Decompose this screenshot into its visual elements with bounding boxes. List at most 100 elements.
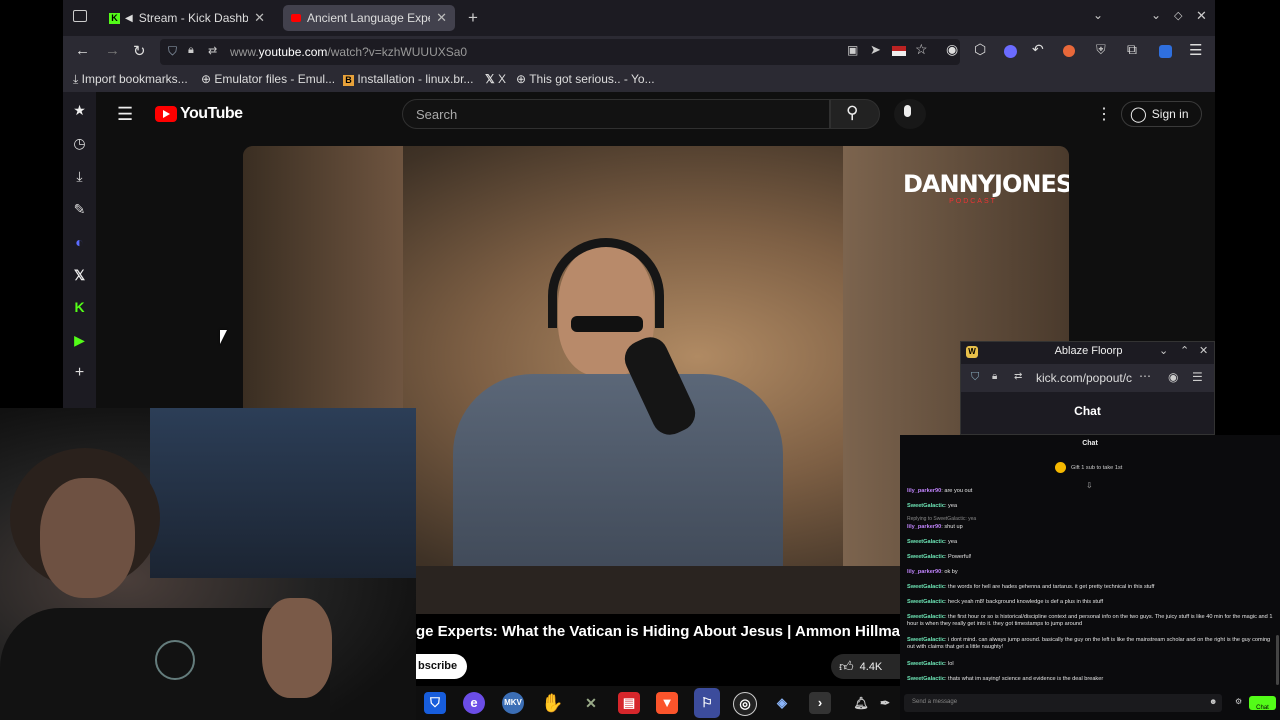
send-icon[interactable]: ➤: [870, 42, 881, 58]
account-icon[interactable]: ◉: [1168, 370, 1178, 384]
tool-icon[interactable]: ✕: [580, 692, 602, 714]
bookmark-import[interactable]: ⤓ Import bookmarks...: [73, 72, 188, 87]
url-text[interactable]: www.youtube.com/watch?v=kzhWUUUXSa0: [230, 45, 467, 59]
menu-icon[interactable]: ☰: [1192, 370, 1203, 384]
terminal-icon[interactable]: ›: [809, 692, 831, 714]
reload-icon[interactable]: ↻: [133, 42, 146, 60]
chat-settings-icon[interactable]: ⚙: [1235, 697, 1242, 706]
extensions-icon[interactable]: ⬡: [974, 41, 986, 58]
waving-hand-icon[interactable]: ✋: [541, 692, 563, 714]
history-icon[interactable]: ◷: [63, 135, 96, 152]
chat-username[interactable]: SweetGalactic: [907, 614, 945, 620]
chat-username[interactable]: SweetGalactic: [907, 539, 945, 545]
maximize-icon[interactable]: ◇: [1174, 9, 1182, 22]
subscribe-button[interactable]: bscribe: [416, 654, 467, 679]
chat-username[interactable]: lily_parker90: [907, 524, 941, 530]
kick-sidebar-icon[interactable]: K: [63, 299, 96, 315]
back-icon[interactable]: ←: [75, 42, 90, 59]
chat-username[interactable]: SweetGalactic: [907, 554, 945, 560]
popout-close-icon[interactable]: ✕: [1199, 344, 1208, 357]
extension-orange-icon[interactable]: [1063, 45, 1075, 57]
shield-icon[interactable]: ⛉: [168, 44, 177, 59]
window-close-icon[interactable]: ✕: [1196, 8, 1207, 24]
account-icon[interactable]: ◉: [946, 41, 958, 58]
shield-icon: ⛉: [971, 371, 980, 383]
close-icon[interactable]: ✕: [436, 10, 447, 26]
mkv-icon[interactable]: MKV: [502, 692, 524, 714]
chat-username[interactable]: SweetGalactic: [907, 661, 945, 667]
forward-icon[interactable]: →: [105, 42, 120, 59]
new-tab-icon[interactable]: +: [468, 8, 478, 28]
youtube-logo[interactable]: YouTube: [155, 105, 243, 123]
add-panel-icon[interactable]: +: [63, 364, 96, 382]
edge-icon[interactable]: e: [463, 692, 485, 714]
search-placeholder: Search: [416, 107, 458, 122]
chat-input[interactable]: Send a message ☻: [904, 694, 1222, 712]
minimize-icon[interactable]: ⌄: [1151, 8, 1161, 22]
emote-icon[interactable]: ☻: [1209, 697, 1217, 706]
floorp-icon[interactable]: ◐: [63, 234, 96, 250]
tab-overview-icon[interactable]: [73, 10, 87, 22]
reader-view-icon[interactable]: ▣: [847, 43, 858, 57]
app-red-icon[interactable]: ▤: [618, 692, 640, 714]
lock-icon[interactable]: 🔒︎: [188, 44, 194, 57]
undo-icon[interactable]: ↶: [1032, 41, 1044, 58]
chat-scrollbar[interactable]: [1276, 635, 1279, 685]
bookmarks-star-icon[interactable]: ★: [63, 102, 96, 119]
chat-username[interactable]: lily_parker90: [907, 569, 941, 575]
voice-search-button[interactable]: [894, 99, 926, 129]
chat-username[interactable]: lily_parker90: [907, 488, 941, 494]
bitwarden-icon[interactable]: ⛉: [424, 692, 446, 714]
chat-username[interactable]: SweetGalactic: [907, 676, 945, 682]
chat-text: ok by: [944, 569, 958, 575]
popout-maximize-icon[interactable]: ⌃: [1180, 344, 1189, 357]
close-icon[interactable]: ✕: [254, 10, 265, 26]
bookmark-installation[interactable]: B Installation - linux.br...: [343, 72, 473, 86]
bookmark-star-icon[interactable]: ☆: [915, 41, 928, 58]
chat-message: SweetGalactic: the words for hell are ha…: [907, 584, 1155, 590]
x-sidebar-icon[interactable]: 𝕏: [63, 267, 96, 284]
chat-username[interactable]: SweetGalactic: [907, 637, 945, 643]
like-button[interactable]: 👍︎ 4.4K: [831, 654, 900, 679]
flag-icon[interactable]: [892, 46, 906, 56]
obs-icon[interactable]: ◎: [733, 692, 757, 716]
bookmark-emulator-files[interactable]: ⊕ Emulator files - Emul...: [201, 72, 335, 86]
play-sidebar-icon[interactable]: ▶: [63, 332, 96, 349]
floorp-taskbar-icon[interactable]: ⚐: [694, 688, 720, 718]
search-button[interactable]: ⚲: [830, 99, 880, 129]
bookmark-x[interactable]: 𝕏 X: [485, 72, 506, 86]
pen-icon[interactable]: ✒: [874, 692, 896, 714]
chat-send-button[interactable]: Chat: [1249, 696, 1276, 711]
puzzle-icon[interactable]: ⧉: [1127, 41, 1137, 58]
layers-icon[interactable]: ◈: [771, 692, 793, 714]
chat-username[interactable]: SweetGalactic: [907, 584, 945, 590]
search-input[interactable]: Search: [402, 99, 830, 129]
tab-youtube-video[interactable]: Ancient Language Experts ✕: [283, 5, 455, 31]
extension-blue-icon[interactable]: [1004, 45, 1017, 58]
pinned-gift-banner[interactable]: Gift 1 sub to take 1st: [1055, 462, 1122, 473]
address-bar[interactable]: ⛉ 🔒︎ ⇄ www.youtube.com/watch?v=kzhWUUUXS…: [160, 39, 960, 65]
chat-message: SweetGalactic: thats what im saying! sci…: [907, 676, 1104, 682]
chat-username[interactable]: SweetGalactic: [907, 503, 945, 509]
channel-logo-text: DANNYJONES: [903, 170, 1069, 198]
extension-profile-icon[interactable]: [1159, 45, 1172, 58]
brave-icon[interactable]: ▼: [656, 692, 678, 714]
person-sunglasses: [571, 316, 643, 332]
downloads-icon[interactable]: ⤓: [63, 168, 96, 185]
sign-in-button[interactable]: ◯ Sign in: [1121, 101, 1202, 127]
more-icon[interactable]: ⋯: [1139, 369, 1151, 383]
ublock-icon[interactable]: ⛨: [1096, 42, 1106, 58]
settings-more-icon[interactable]: ⋮: [1096, 104, 1112, 124]
bookmark-this-got-serious[interactable]: ⊕ This got serious.. - Yo...: [516, 72, 655, 86]
notification-bell-icon[interactable]: 🔔︎: [850, 692, 872, 714]
chat-text: Replying to SweetGalactic: yea: [907, 516, 977, 522]
popout-collapse-icon[interactable]: ⌄: [1159, 344, 1168, 357]
permissions-icon[interactable]: ⇄: [208, 44, 217, 57]
tab-kick-dashboard[interactable]: K ◀ Stream - Kick Dashboa ✕: [101, 5, 273, 31]
popout-address-bar[interactable]: ⛉ 🔒︎ ⇄ kick.com/popout/c ⋯ ◉ ☰: [961, 364, 1214, 392]
notes-icon[interactable]: ✎: [63, 201, 96, 218]
menu-icon[interactable]: ☰: [1189, 41, 1202, 59]
hamburger-menu-icon[interactable]: ☰: [117, 104, 133, 125]
list-tabs-icon[interactable]: ⌄: [1093, 8, 1103, 22]
chat-username[interactable]: SweetGalactic: [907, 599, 945, 605]
